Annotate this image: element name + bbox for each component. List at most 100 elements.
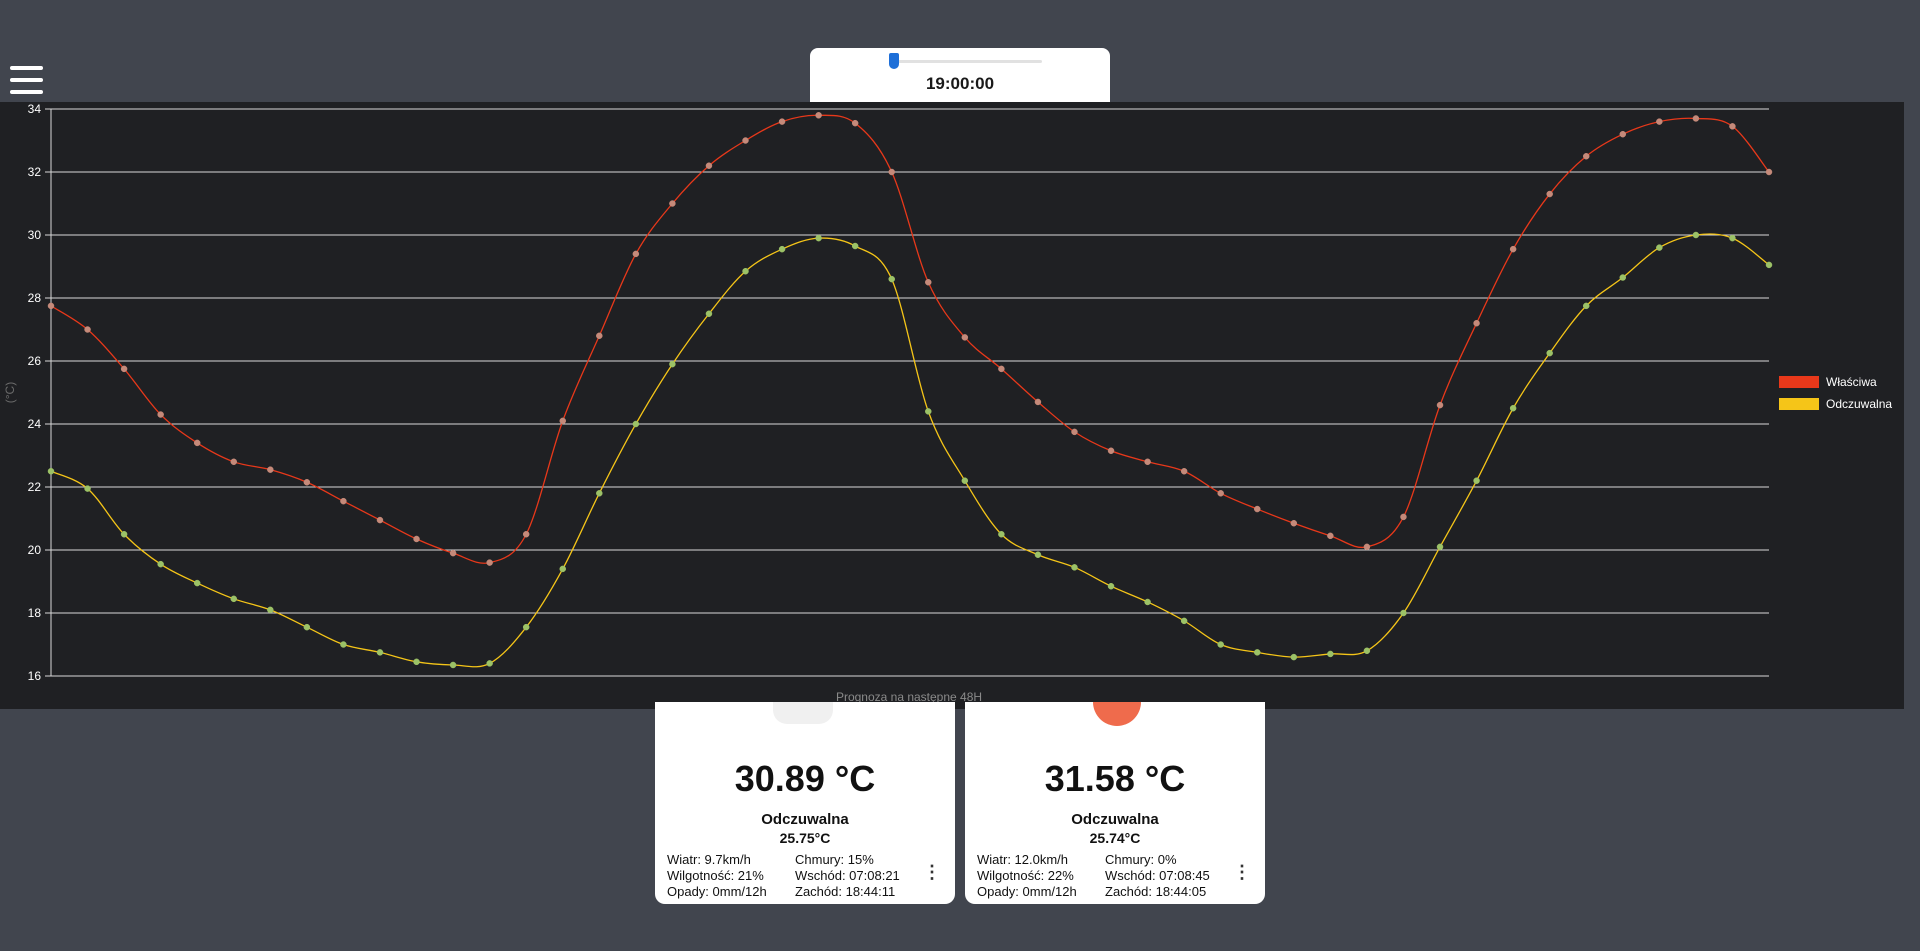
time-slider-thumb[interactable] bbox=[889, 53, 899, 69]
card-humidity: Wilgotność: 21% bbox=[667, 868, 764, 883]
data-point bbox=[632, 420, 640, 428]
y-axis-label: (°C) bbox=[3, 382, 17, 403]
data-point bbox=[851, 242, 859, 250]
data-point bbox=[1217, 641, 1224, 648]
data-point bbox=[815, 234, 822, 242]
data-point bbox=[449, 661, 457, 669]
y-tick-label: 28 bbox=[28, 291, 42, 305]
data-point bbox=[742, 267, 749, 275]
data-point bbox=[1509, 405, 1517, 412]
forecast-chart: 16182022242628303234(°C)Prognoza na nast… bbox=[3, 102, 1892, 704]
data-point bbox=[1363, 647, 1371, 655]
data-point bbox=[669, 200, 676, 207]
data-point bbox=[1619, 130, 1627, 138]
card-feels-label: Odczuwalna bbox=[761, 811, 849, 828]
data-point bbox=[1180, 468, 1188, 475]
data-point bbox=[1144, 458, 1151, 466]
card-sunrise: Wschód: 07:08:21 bbox=[795, 868, 900, 883]
data-point bbox=[267, 466, 274, 473]
data-point bbox=[1619, 274, 1627, 281]
data-point bbox=[376, 649, 384, 656]
data-point bbox=[669, 360, 676, 368]
data-point bbox=[705, 162, 713, 169]
data-point bbox=[120, 365, 128, 373]
data-point bbox=[120, 531, 128, 538]
data-point bbox=[413, 658, 420, 666]
data-point bbox=[961, 334, 969, 341]
data-point bbox=[1290, 519, 1298, 527]
time-slider-card: 19:00:00 bbox=[810, 48, 1110, 108]
data-point bbox=[1729, 123, 1736, 130]
data-point bbox=[1546, 190, 1553, 198]
data-point bbox=[1582, 153, 1590, 160]
data-point bbox=[1400, 513, 1407, 521]
data-point bbox=[1436, 401, 1444, 409]
card-temperature: 31.58 °C bbox=[1044, 758, 1186, 799]
card-temperature: 30.89 °C bbox=[734, 758, 876, 799]
y-tick-label: 30 bbox=[28, 228, 42, 242]
data-point bbox=[1144, 598, 1151, 606]
data-point bbox=[778, 118, 786, 125]
y-tick-label: 22 bbox=[28, 480, 42, 494]
y-tick-label: 32 bbox=[28, 165, 42, 179]
data-point bbox=[888, 168, 895, 176]
data-point bbox=[1034, 551, 1042, 558]
card-wind: Wiatr: 9.7km/h bbox=[667, 852, 751, 867]
y-tick-label: 24 bbox=[28, 417, 42, 431]
data-point bbox=[778, 245, 786, 253]
data-point bbox=[230, 458, 238, 466]
data-point bbox=[1473, 319, 1480, 327]
data-point bbox=[1765, 168, 1773, 176]
data-point bbox=[1071, 564, 1078, 571]
y-tick-label: 18 bbox=[28, 606, 42, 620]
selected-time: 19:00:00 bbox=[925, 74, 995, 93]
more-options-icon[interactable]: ⋮ bbox=[1233, 863, 1251, 881]
y-tick-label: 34 bbox=[28, 102, 42, 116]
series-line-wlasciwa bbox=[50, 114, 1770, 564]
data-point bbox=[559, 417, 566, 425]
data-point bbox=[1290, 653, 1298, 661]
weather-card: 30.89 °C Odczuwalna 25.75°C Wiatr: 9.7km… bbox=[655, 702, 955, 904]
data-point bbox=[998, 531, 1005, 538]
series-line-odczuwalna bbox=[50, 233, 1770, 668]
data-point bbox=[888, 275, 895, 283]
data-point bbox=[449, 549, 457, 557]
data-point bbox=[340, 497, 347, 505]
data-point bbox=[267, 606, 274, 614]
data-point bbox=[1546, 349, 1553, 357]
data-point bbox=[47, 468, 55, 475]
data-point bbox=[1400, 609, 1407, 617]
data-point bbox=[1327, 532, 1334, 540]
y-tick-label: 16 bbox=[28, 669, 42, 683]
data-point bbox=[1254, 505, 1261, 513]
data-point bbox=[1071, 428, 1078, 436]
time-slider[interactable] bbox=[889, 53, 1042, 69]
data-point bbox=[1180, 617, 1188, 625]
card-precipitation: Opady: 0mm/12h bbox=[667, 884, 767, 899]
data-point bbox=[1107, 447, 1115, 455]
data-point bbox=[413, 535, 420, 543]
data-point bbox=[193, 439, 201, 447]
data-point bbox=[1656, 244, 1663, 251]
data-point bbox=[998, 365, 1005, 373]
data-point bbox=[486, 660, 493, 667]
data-point bbox=[596, 490, 603, 497]
data-point bbox=[1729, 234, 1736, 242]
data-point bbox=[1765, 261, 1773, 269]
card-details: Wiatr: 9.7km/h Chmury: 15% Wilgotność: 2… bbox=[667, 852, 927, 900]
data-point bbox=[705, 310, 713, 317]
data-point bbox=[340, 641, 347, 648]
data-point bbox=[815, 112, 822, 119]
hamburger-menu-icon[interactable] bbox=[10, 66, 43, 94]
data-point bbox=[1692, 231, 1700, 239]
legend-swatch bbox=[1779, 376, 1819, 388]
card-sunset: Zachód: 18:44:11 bbox=[795, 884, 896, 899]
y-tick-label: 26 bbox=[28, 354, 42, 368]
data-point bbox=[157, 560, 164, 568]
card-feels-value: 25.75°C bbox=[779, 830, 831, 846]
data-point bbox=[1436, 543, 1444, 551]
data-point bbox=[1582, 302, 1590, 310]
y-tick-label: 20 bbox=[28, 543, 42, 557]
more-options-icon[interactable]: ⋮ bbox=[923, 863, 941, 881]
data-point bbox=[961, 477, 969, 484]
